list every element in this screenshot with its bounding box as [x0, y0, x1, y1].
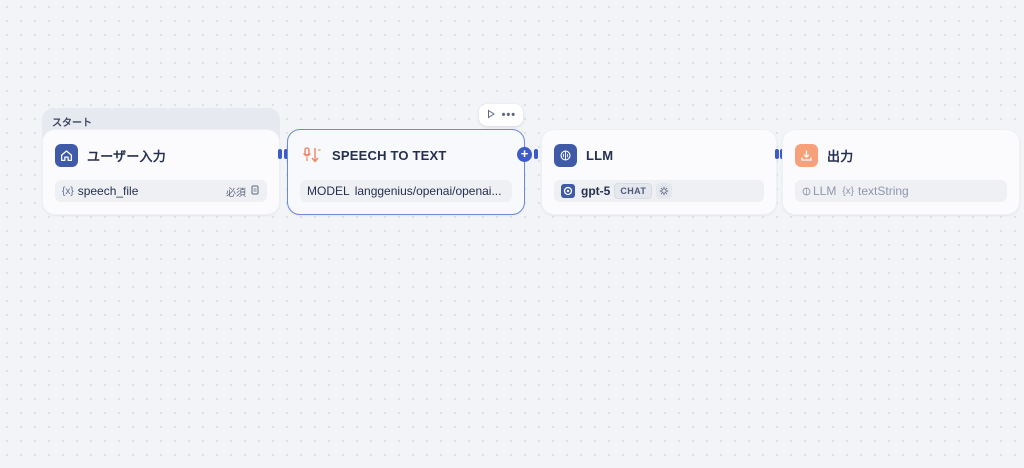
model-label: MODEL [307, 184, 350, 198]
home-icon [55, 143, 78, 167]
node-header: SPEECH TO TEXT [300, 143, 447, 167]
settings-icon[interactable] [656, 183, 673, 199]
add-node-button[interactable]: + [517, 147, 532, 162]
variable-icon: {x} [62, 185, 74, 197]
llm-brain-icon [554, 143, 577, 167]
workflow-canvas[interactable]: スタート ユーザー入力 {x} speech_file 必須 ••• SPEEC… [0, 0, 1024, 468]
start-tag-label: スタート [52, 118, 92, 129]
model-row[interactable]: gpt-5 CHAT [554, 180, 764, 202]
variable-row[interactable]: {x} speech_file 必須 [55, 180, 267, 202]
more-icon[interactable]: ••• [502, 109, 517, 121]
node-user-input[interactable]: ユーザー入力 {x} speech_file 必須 [42, 129, 280, 215]
node-header: LLM [554, 143, 613, 167]
node-title: SPEECH TO TEXT [332, 147, 447, 163]
node-title: LLM [586, 147, 614, 163]
openai-icon [561, 184, 575, 198]
output-handle[interactable] [278, 149, 282, 159]
output-variable-row[interactable]: LLM {x} textString [795, 180, 1007, 202]
model-value: langgenius/openai/openai... [354, 184, 502, 198]
node-header: ユーザー入力 [55, 143, 166, 167]
source-node-label: LLM [813, 184, 837, 198]
node-toolbar: ••• [479, 104, 523, 126]
input-handle[interactable] [534, 149, 538, 159]
llm-small-icon [802, 187, 811, 196]
output-icon [795, 143, 818, 167]
model-name: gpt-5 [581, 184, 611, 198]
node-speech-to-text[interactable]: SPEECH TO TEXT MODEL langgenius/openai/o… [287, 129, 525, 215]
variable-name: textString [858, 184, 909, 198]
speech-to-text-icon [300, 144, 323, 167]
node-llm[interactable]: LLM gpt-5 CHAT [541, 129, 777, 215]
model-row[interactable]: MODEL langgenius/openai/openai... [300, 180, 512, 202]
output-handle[interactable] [775, 149, 779, 159]
node-title: 出力 [827, 148, 854, 164]
variable-icon: {x} [842, 185, 855, 197]
node-header: 出力 [795, 143, 853, 167]
node-title: ユーザー入力 [87, 148, 166, 164]
file-icon [250, 185, 260, 198]
play-icon[interactable] [486, 109, 496, 122]
node-output[interactable]: 出力 LLM {x} textString [782, 129, 1020, 215]
required-label: 必須 [226, 187, 246, 199]
variable-name: speech_file [77, 184, 139, 198]
mode-badge: CHAT [614, 183, 653, 199]
